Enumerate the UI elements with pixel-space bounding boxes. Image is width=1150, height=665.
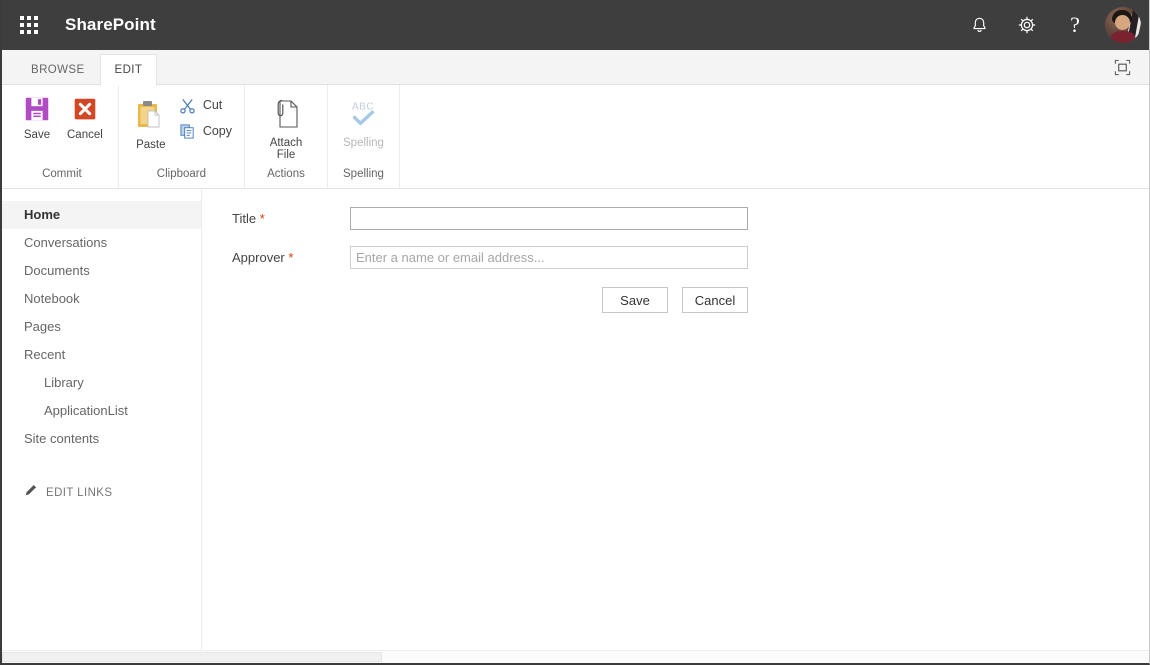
ribbon-group-commit-items: Save Cancel xyxy=(6,89,118,168)
ribbon-group-clipboard: Paste Cut Copy Clipboard xyxy=(117,85,244,188)
horizontal-scrollbar-thumb[interactable] xyxy=(2,652,382,662)
ribbon-cut-button[interactable]: Cut xyxy=(175,95,236,115)
ribbon-body: Save Cancel Commit Paste Cut Copy Clipbo… xyxy=(2,85,1149,189)
ribbon-paste-button[interactable]: Paste xyxy=(127,89,175,151)
form-row-title: Title * xyxy=(232,207,1149,230)
ribbon-spelling-label: Spelling xyxy=(343,137,384,149)
ribbon-group-label-commit: Commit xyxy=(42,168,82,180)
avatar-face xyxy=(1115,15,1130,30)
cancel-red-x-icon xyxy=(69,93,101,125)
tab-edit[interactable]: EDIT xyxy=(99,54,158,85)
focus-on-content-icon[interactable] xyxy=(1111,56,1133,78)
sidebar-item-applicationlist[interactable]: ApplicationList xyxy=(2,397,201,425)
sharepoint-window: SharePoint ? BROWSE EDIT Save Cancel Com… xyxy=(0,0,1150,665)
ribbon-cancel-label: Cancel xyxy=(67,129,103,141)
ribbon-copy-label: Copy xyxy=(202,124,232,138)
approver-required-marker: * xyxy=(288,250,294,265)
sidebar-item-notebook[interactable]: Notebook xyxy=(2,285,201,313)
form-row-approver: Approver * xyxy=(232,246,1149,269)
app-launcher-waffle-icon[interactable] xyxy=(10,6,48,44)
approver-label-text: Approver xyxy=(232,250,285,265)
sidebar-item-conversations[interactable]: Conversations xyxy=(2,229,201,257)
tab-browse[interactable]: BROWSE xyxy=(16,55,100,84)
ribbon-group-label-spelling: Spelling xyxy=(343,168,384,180)
sidebar-item-pages[interactable]: Pages xyxy=(2,313,201,341)
sidebar-item-documents[interactable]: Documents xyxy=(2,257,201,285)
waffle-dot xyxy=(20,30,24,34)
suite-title[interactable]: SharePoint xyxy=(65,15,156,35)
waffle-dot xyxy=(34,30,38,34)
page-body: Home Conversations Documents Notebook Pa… xyxy=(2,189,1149,663)
ribbon-group-actions: Attach File Actions xyxy=(244,85,327,188)
ribbon-group-spelling: ABC Spelling Spelling xyxy=(327,85,399,188)
ribbon-spelling-button[interactable]: ABC Spelling xyxy=(336,89,391,149)
save-floppy-disk-icon xyxy=(21,93,53,125)
suite-bar: SharePoint ? xyxy=(2,0,1149,50)
spelling-abc-check-icon: ABC xyxy=(346,95,380,133)
user-avatar[interactable] xyxy=(1105,7,1141,43)
paste-clipboard-icon xyxy=(134,97,168,135)
help-glyph: ? xyxy=(1070,12,1080,37)
ribbon-group-commit: Save Cancel Commit xyxy=(6,85,118,188)
ribbon-save-label: Save xyxy=(23,129,51,141)
approver-field-label: Approver * xyxy=(232,250,350,265)
pencil-icon xyxy=(24,483,38,502)
edit-links-label: EDIT LINKS xyxy=(46,486,113,499)
sidebar-item-recent[interactable]: Recent xyxy=(2,341,201,369)
title-input[interactable] xyxy=(350,207,748,230)
sidebar-item-site-contents[interactable]: Site contents xyxy=(2,425,201,453)
ribbon-group-label-actions: Actions xyxy=(267,168,305,180)
ribbon-empty-filler xyxy=(398,85,1149,188)
cut-scissors-icon xyxy=(179,96,197,114)
ribbon-paste-label: Paste xyxy=(136,139,166,151)
ribbon-save-button[interactable]: Save xyxy=(14,89,60,141)
attach-file-paperclip-icon xyxy=(269,95,303,133)
settings-gear-icon[interactable] xyxy=(1003,0,1051,50)
ribbon-attach-file-label: Attach File xyxy=(269,137,303,161)
ribbon-group-label-clipboard: Clipboard xyxy=(156,168,207,180)
left-navigation: Home Conversations Documents Notebook Pa… xyxy=(2,189,202,663)
ribbon-group-clipboard-items: Paste Cut Copy xyxy=(119,89,244,168)
title-field-label: Title * xyxy=(232,211,350,226)
edit-links-button[interactable]: EDIT LINKS xyxy=(2,475,201,508)
title-label-text: Title xyxy=(232,211,257,226)
waffle-dot xyxy=(20,16,24,20)
avatar-body xyxy=(1110,31,1136,43)
waffle-dot xyxy=(27,30,31,34)
copy-documents-icon xyxy=(179,122,197,140)
ribbon-clipboard-small-buttons: Cut Copy xyxy=(175,89,236,141)
sidebar-item-home[interactable]: Home xyxy=(2,201,201,229)
ribbon-cut-label: Cut xyxy=(202,98,223,112)
waffle-dot xyxy=(34,16,38,20)
form-action-buttons: Save Cancel xyxy=(350,287,1149,313)
ribbon-tab-strip: BROWSE EDIT xyxy=(2,50,1149,85)
help-question-icon[interactable]: ? xyxy=(1051,0,1099,50)
waffle-grid xyxy=(20,16,38,34)
title-required-marker: * xyxy=(259,211,265,226)
suite-bar-actions: ? xyxy=(955,0,1149,50)
waffle-dot xyxy=(20,23,24,27)
ribbon-cancel-button[interactable]: Cancel xyxy=(60,89,110,141)
notifications-bell-icon[interactable] xyxy=(955,0,1003,50)
form-save-button[interactable]: Save xyxy=(602,287,668,313)
ribbon-copy-button[interactable]: Copy xyxy=(175,121,236,141)
horizontal-scrollbar[interactable] xyxy=(2,650,1149,663)
form-cancel-button[interactable]: Cancel xyxy=(682,287,748,313)
waffle-dot xyxy=(34,23,38,27)
svg-text:ABC: ABC xyxy=(352,102,374,113)
approver-input[interactable] xyxy=(350,246,748,269)
ribbon-group-actions-items: Attach File xyxy=(245,89,327,168)
waffle-dot xyxy=(27,16,31,20)
sidebar-item-library[interactable]: Library xyxy=(2,369,201,397)
waffle-dot xyxy=(27,23,31,27)
edit-form: Title * Approver * Save Cancel xyxy=(202,189,1149,313)
ribbon-group-spelling-items: ABC Spelling xyxy=(328,89,399,168)
ribbon-attach-file-button[interactable]: Attach File xyxy=(253,89,319,161)
